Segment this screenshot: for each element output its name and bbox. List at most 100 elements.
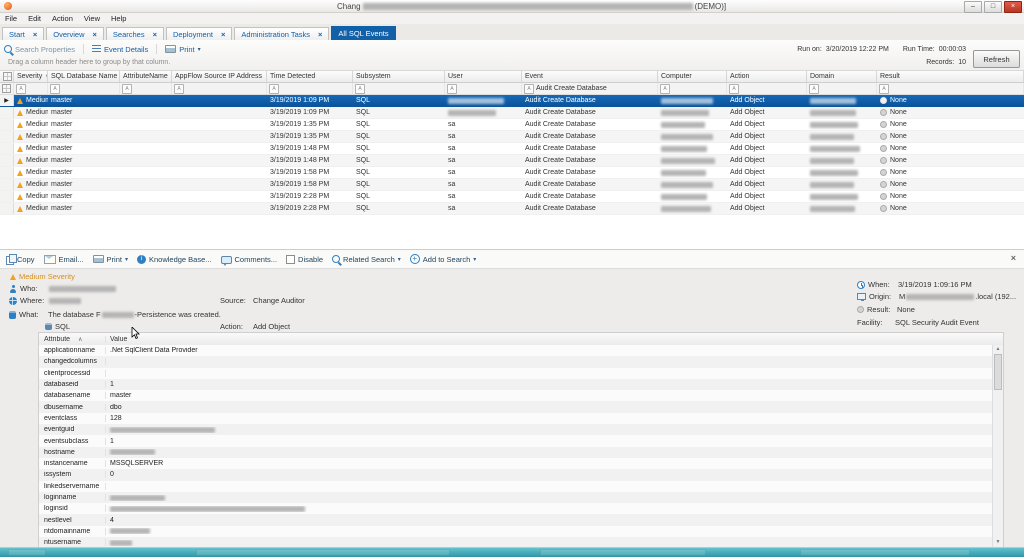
maximize-button[interactable]: □ (984, 1, 1002, 13)
close-button[interactable]: × (1004, 1, 1022, 13)
filter-cell-time-detected[interactable]: A (267, 83, 353, 94)
tab-close-icon[interactable]: × (93, 31, 97, 38)
menu-view[interactable]: View (84, 14, 100, 23)
event-row[interactable]: Mediummaster3/19/2019 1:58 PMSQLsaAudit … (0, 167, 1024, 179)
tab-all-sql-events[interactable]: All SQL Events (331, 26, 395, 40)
detail-tool-copy[interactable]: Copy (6, 254, 35, 265)
filter-cell-subsystem[interactable]: A (353, 83, 445, 94)
tab-start[interactable]: Start× (2, 27, 44, 40)
search-properties-button[interactable]: Search Properties (4, 45, 75, 54)
filter-icon[interactable]: A (729, 84, 739, 94)
attribute-row[interactable]: loginname (39, 492, 992, 503)
filter-icon[interactable]: A (269, 84, 279, 94)
filter-cell-action[interactable]: A (727, 83, 807, 94)
attribute-row[interactable]: eventguid (39, 424, 992, 435)
event-row[interactable]: Mediummaster3/19/2019 1:35 PMSQLsaAudit … (0, 119, 1024, 131)
attribute-row[interactable]: changedcolumns (39, 356, 992, 367)
event-row[interactable]: Mediummaster3/19/2019 2:28 PMSQLsaAudit … (0, 191, 1024, 203)
filter-icon[interactable]: A (122, 84, 132, 94)
tab-close-icon[interactable]: × (33, 31, 37, 38)
filter-cell-computer[interactable]: A (658, 83, 727, 94)
attribute-row[interactable]: ntusername (39, 537, 992, 547)
detail-close-icon[interactable]: × (1011, 253, 1016, 263)
filter-icon[interactable]: A (16, 84, 26, 94)
menu-action[interactable]: Action (52, 14, 73, 23)
filter-icon[interactable]: A (524, 84, 534, 94)
scroll-up-icon[interactable]: ▲ (993, 345, 1003, 353)
attribute-row[interactable]: dbusernamedbo (39, 401, 992, 412)
tab-deployment[interactable]: Deployment× (166, 27, 232, 40)
tab-searches[interactable]: Searches× (106, 27, 164, 40)
tab-close-icon[interactable]: × (153, 31, 157, 38)
attribute-row[interactable]: clientprocessid (39, 368, 992, 379)
scrollbar-thumb[interactable] (994, 354, 1002, 390)
taskbar-button[interactable] (8, 549, 46, 556)
filter-icon[interactable]: A (660, 84, 670, 94)
value-column-header[interactable]: Value (106, 336, 1003, 343)
filter-cell-event[interactable]: AAudit Create Database (522, 83, 658, 94)
filter-icon[interactable]: A (809, 84, 819, 94)
detail-tool-comments[interactable]: Comments... (221, 255, 278, 264)
attribute-column-header[interactable]: Attribute ∧ (39, 336, 106, 343)
refresh-button[interactable]: Refresh (973, 50, 1020, 68)
attribute-row[interactable]: eventclass128 (39, 413, 992, 424)
detail-tool-knowledge-base[interactable]: Knowledge Base... (137, 255, 212, 264)
detail-tool-related-search[interactable]: Related Search▾ (332, 255, 401, 264)
column-header-action[interactable]: Action (727, 71, 807, 82)
attribute-row[interactable]: databaseid1 (39, 379, 992, 390)
filter-cell-severity[interactable]: A (14, 83, 48, 94)
column-header-attributename[interactable]: AttributeName (120, 71, 172, 82)
column-header-event[interactable]: Event (522, 71, 658, 82)
event-row[interactable]: Mediummaster3/19/2019 1:58 PMSQLsaAudit … (0, 179, 1024, 191)
scroll-down-icon[interactable]: ▼ (993, 538, 1003, 546)
column-header-appflow-source-ip-address[interactable]: AppFlow Source IP Address (172, 71, 267, 82)
attribute-row[interactable]: loginsid (39, 503, 992, 514)
filter-cell-attributename[interactable]: A (120, 83, 172, 94)
print-button[interactable]: Print ▾ (165, 45, 200, 54)
taskbar-button[interactable] (800, 549, 970, 556)
attribute-row[interactable]: ntdomainname (39, 526, 992, 537)
filter-icon[interactable]: A (879, 84, 889, 94)
event-details-button[interactable]: Event Details (92, 45, 148, 54)
column-header-computer[interactable]: Computer (658, 71, 727, 82)
column-header-time-detected[interactable]: Time Detected (267, 71, 353, 82)
tab-overview[interactable]: Overview× (46, 27, 104, 40)
filter-icon[interactable]: A (174, 84, 184, 94)
column-header-subsystem[interactable]: Subsystem (353, 71, 445, 82)
attribute-row[interactable]: applicationname.Net SqlClient Data Provi… (39, 345, 992, 356)
attribute-row[interactable]: eventsubclass1 (39, 435, 992, 446)
event-row[interactable]: ▶Mediummaster3/19/2019 1:09 PMSQLAudit C… (0, 95, 1024, 107)
detail-tool-email[interactable]: Email... (44, 255, 84, 264)
detail-tool-print[interactable]: Print▾ (93, 255, 128, 264)
column-header-domain[interactable]: Domain (807, 71, 877, 82)
menu-help[interactable]: Help (111, 14, 126, 23)
event-row[interactable]: Mediummaster3/19/2019 1:48 PMSQLsaAudit … (0, 155, 1024, 167)
attribute-row[interactable]: databasenamemaster (39, 390, 992, 401)
column-header-sql-database-name[interactable]: SQL Database Name (48, 71, 120, 82)
attribute-row[interactable]: linkedservername (39, 481, 992, 492)
menu-edit[interactable]: Edit (28, 14, 41, 23)
column-header-severity[interactable]: Severity∨ (14, 71, 48, 82)
minimize-button[interactable]: – (964, 1, 982, 13)
attribute-scrollbar[interactable]: ▲ ▼ (992, 345, 1003, 547)
detail-tool-add-to-search[interactable]: Add to Search▾ (410, 254, 477, 264)
filter-icon[interactable]: A (355, 84, 365, 94)
event-row[interactable]: Mediummaster3/19/2019 1:48 PMSQLsaAudit … (0, 143, 1024, 155)
menu-file[interactable]: File (5, 14, 17, 23)
attribute-row[interactable]: hostname (39, 447, 992, 458)
filter-cell-appflow-source-ip-address[interactable]: A (172, 83, 267, 94)
taskbar-button[interactable] (196, 549, 450, 556)
tab-close-icon[interactable]: × (318, 31, 322, 38)
event-row[interactable]: Mediummaster3/19/2019 1:35 PMSQLsaAudit … (0, 131, 1024, 143)
filter-cell-user[interactable]: A (445, 83, 522, 94)
event-row[interactable]: Mediummaster3/19/2019 2:28 PMSQLsaAudit … (0, 203, 1024, 215)
attribute-row[interactable]: instancenameMSSQLSERVER (39, 458, 992, 469)
filter-cell-result[interactable]: A (877, 83, 1024, 94)
filter-cell-domain[interactable]: A (807, 83, 877, 94)
tab-close-icon[interactable]: × (221, 31, 225, 38)
column-header-user[interactable]: User (445, 71, 522, 82)
attribute-row[interactable]: issystem0 (39, 469, 992, 480)
taskbar-button[interactable] (540, 549, 706, 556)
filter-icon[interactable]: A (447, 84, 457, 94)
detail-tool-disable[interactable]: Disable (286, 255, 323, 264)
